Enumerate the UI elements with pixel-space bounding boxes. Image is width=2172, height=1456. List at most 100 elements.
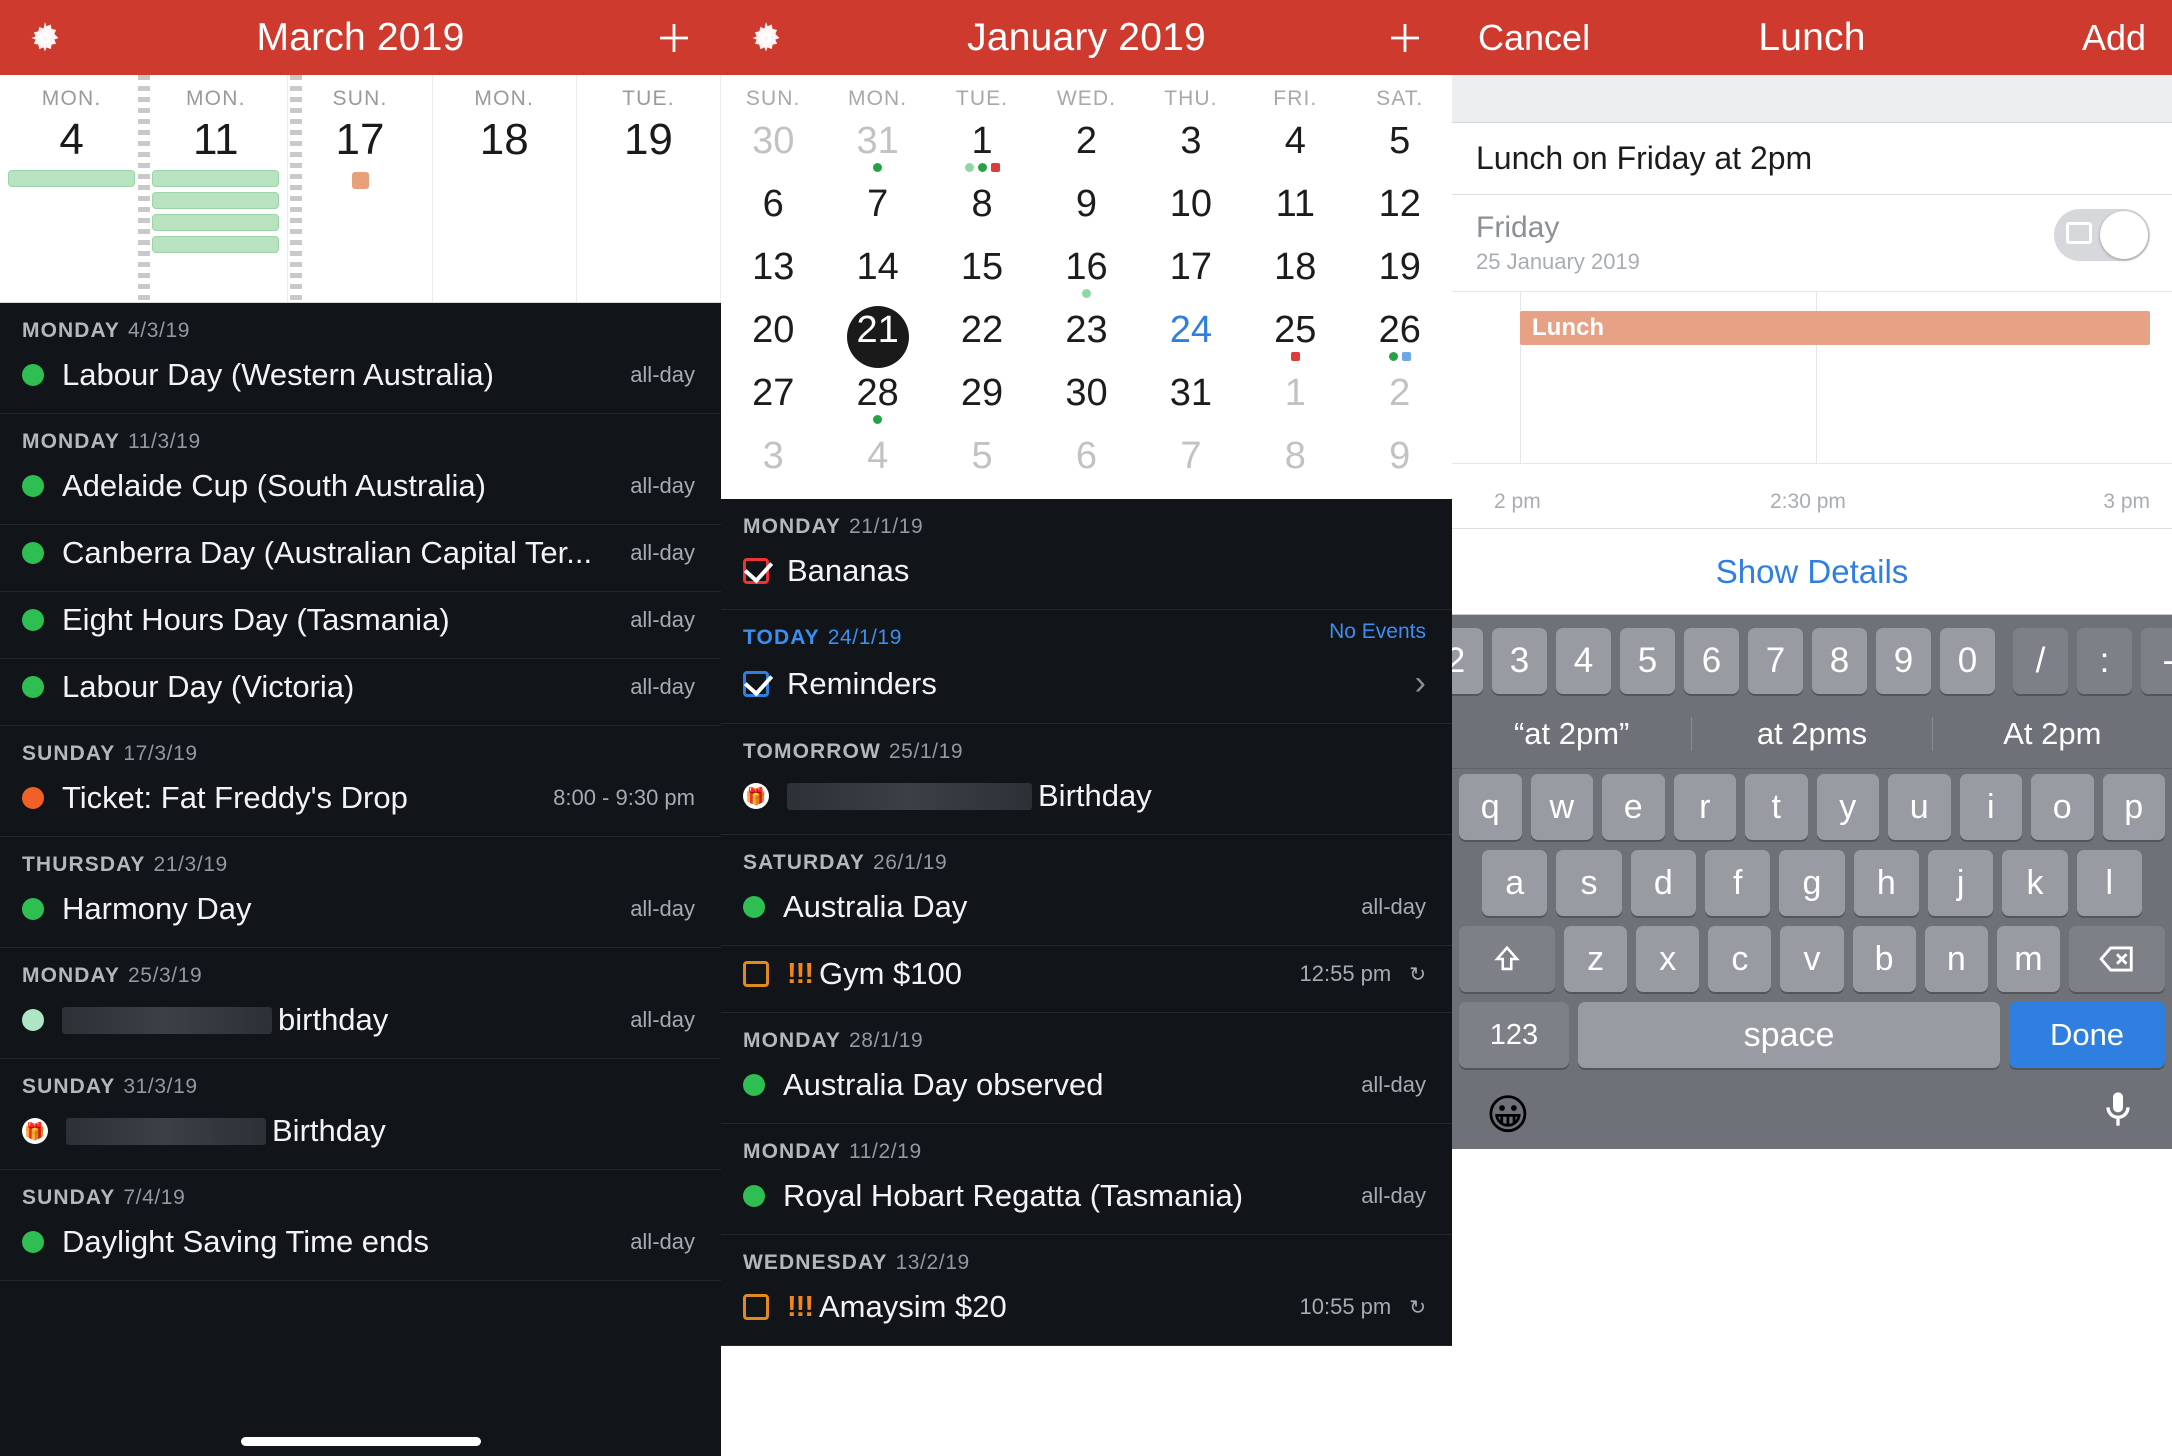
calendar-day-cell[interactable]: 6 xyxy=(1034,430,1138,493)
key-4[interactable]: 4 xyxy=(1556,628,1611,694)
calendar-day-cell[interactable]: 9 xyxy=(1034,178,1138,241)
calendar-day-cell[interactable]: 18 xyxy=(1243,241,1347,304)
show-details-button[interactable]: Show Details xyxy=(1452,529,2172,615)
key-c[interactable]: c xyxy=(1708,926,1772,992)
software-keyboard[interactable]: 1234567890/:-. “at 2pm”at 2pmsAt 2pm qwe… xyxy=(1452,615,2172,1450)
event-row[interactable]: Harmony Day all-day xyxy=(0,881,721,948)
key-b[interactable]: b xyxy=(1852,926,1916,992)
key-h[interactable]: h xyxy=(1853,850,1919,916)
calendar-day-cell[interactable]: 31 xyxy=(825,115,929,178)
key-l[interactable]: l xyxy=(2076,850,2142,916)
keyboard-row-2[interactable]: asdfghjkl xyxy=(1452,845,2172,921)
plus-icon[interactable] xyxy=(1384,17,1426,59)
checkbox-icon[interactable] xyxy=(743,670,769,697)
week-event-bar[interactable] xyxy=(8,170,136,187)
key-o[interactable]: o xyxy=(2031,774,2094,840)
event-row[interactable]: 🎁 Birthday xyxy=(721,768,1452,836)
calendar-day-cell[interactable]: 1 xyxy=(1243,367,1347,430)
calendar-day-cell[interactable]: 4 xyxy=(1243,115,1347,178)
key-n[interactable]: n xyxy=(1924,926,1988,992)
event-row[interactable]: Labour Day (Western Australia) all-day xyxy=(0,347,721,414)
keyboard-number-row[interactable]: 1234567890/:-. xyxy=(1452,623,2172,699)
keyboard-row-1[interactable]: qwertyuiop xyxy=(1452,769,2172,845)
event-row[interactable]: Australia Day observed all-day xyxy=(721,1057,1452,1125)
key-8[interactable]: 8 xyxy=(1812,628,1867,694)
key-3[interactable]: 3 xyxy=(1492,628,1547,694)
event-row[interactable]: Labour Day (Victoria) all-day xyxy=(0,659,721,726)
calendar-day-cell[interactable]: 2 xyxy=(1348,367,1452,430)
key-2[interactable]: 2 xyxy=(1452,628,1483,694)
calendar-day-cell[interactable]: 15 xyxy=(930,241,1034,304)
key-w[interactable]: w xyxy=(1530,774,1593,840)
key-z[interactable]: z xyxy=(1564,926,1628,992)
calendar-day-cell[interactable]: 19 xyxy=(1348,241,1452,304)
key-j[interactable]: j xyxy=(1927,850,1994,916)
calendar-day-cell[interactable]: 22 xyxy=(930,304,1034,367)
numeric-mode-key[interactable]: 123 xyxy=(1459,1002,1569,1068)
key-a[interactable]: a xyxy=(1482,850,1548,916)
prediction-candidate[interactable]: at 2pms xyxy=(1692,716,1931,752)
calendar-day-cell[interactable]: 2 xyxy=(1034,115,1138,178)
calendar-day-cell[interactable]: 14 xyxy=(825,241,929,304)
key-e[interactable]: e xyxy=(1602,774,1665,840)
key-symbol-:[interactable]: : xyxy=(2077,628,2132,694)
reminder-row[interactable]: !!! Gym $100 12:55 pm ↻ xyxy=(721,946,1452,1014)
calendar-day-cell[interactable]: 5 xyxy=(1348,115,1452,178)
keyboard-prediction-row[interactable]: “at 2pm” at 2pms At 2pm xyxy=(1452,699,2172,769)
calendar-day-cell[interactable]: 30 xyxy=(721,115,825,178)
week-day-column[interactable]: MON. 18 xyxy=(433,75,577,302)
calendar-day-cell[interactable]: 29 xyxy=(930,367,1034,430)
key-m[interactable]: m xyxy=(1996,926,2060,992)
week-event-marker[interactable] xyxy=(351,172,369,189)
calendar-day-cell[interactable]: 16 xyxy=(1034,241,1138,304)
keyboard-row-3[interactable]: zxcvbnm xyxy=(1452,921,2172,997)
shift-icon[interactable] xyxy=(1459,926,1555,992)
key-7[interactable]: 7 xyxy=(1748,628,1803,694)
calendar-day-cell[interactable]: 1 xyxy=(930,115,1034,178)
event-row[interactable]: Eight Hours Day (Tasmania) all-day xyxy=(0,592,721,659)
key-r[interactable]: r xyxy=(1673,774,1736,840)
calendar-day-cell[interactable]: 30 xyxy=(1034,367,1138,430)
key-y[interactable]: y xyxy=(1816,774,1879,840)
reminder-row[interactable]: Reminders › xyxy=(721,654,1452,725)
week-event-bar[interactable] xyxy=(152,170,280,187)
calendar-day-cell[interactable]: 13 xyxy=(721,241,825,304)
calendar-day-cell[interactable]: 4 xyxy=(825,430,929,493)
calendar-day-cell[interactable]: 5 xyxy=(930,430,1034,493)
prediction-candidate[interactable]: “at 2pm” xyxy=(1452,716,1691,752)
done-key[interactable]: Done xyxy=(2009,1002,2165,1068)
emoji-icon[interactable]: 😀 xyxy=(1486,1090,1530,1139)
calendar-day-cell[interactable]: 9 xyxy=(1348,430,1452,493)
key-symbol--[interactable]: - xyxy=(2141,628,2172,694)
calendar-day-cell[interactable]: 8 xyxy=(930,178,1034,241)
calendar-day-cell[interactable]: 27 xyxy=(721,367,825,430)
chevron-right-icon[interactable]: › xyxy=(1415,664,1426,703)
week-strip[interactable]: MON. 4 MON. 11 SUN. 17 MON. 18 TUE. 19 xyxy=(0,75,721,303)
checkbox-icon[interactable] xyxy=(743,558,769,585)
event-row[interactable]: Australia Day all-day xyxy=(721,879,1452,947)
key-v[interactable]: v xyxy=(1780,926,1844,992)
key-t[interactable]: t xyxy=(1745,774,1808,840)
calendar-day-cell[interactable]: 31 xyxy=(1139,367,1243,430)
event-row[interactable]: Ticket: Fat Freddy's Drop 8:00 - 9:30 pm xyxy=(0,770,721,837)
key-q[interactable]: q xyxy=(1459,774,1522,840)
week-day-column[interactable]: SUN. 17 xyxy=(288,75,433,302)
calendar-day-cell[interactable]: 20 xyxy=(721,304,825,367)
reminder-row[interactable]: Bananas xyxy=(721,543,1452,611)
key-x[interactable]: x xyxy=(1636,926,1700,992)
key-s[interactable]: s xyxy=(1556,850,1622,916)
calendar-day-cell[interactable]: 7 xyxy=(1139,430,1243,493)
reminder-row[interactable]: !!! Amaysim $20 10:55 pm ↻ xyxy=(721,1279,1452,1347)
backspace-icon[interactable] xyxy=(2068,926,2165,992)
key-u[interactable]: u xyxy=(1888,774,1951,840)
preview-event-block[interactable]: Lunch xyxy=(1520,311,2150,345)
event-row[interactable]: Canberra Day (Australian Capital Ter... a… xyxy=(0,525,721,592)
week-event-bar[interactable] xyxy=(152,236,280,253)
cancel-button[interactable]: Cancel xyxy=(1478,17,1590,59)
plus-icon[interactable] xyxy=(653,17,695,59)
key-symbol-/[interactable]: / xyxy=(2013,628,2068,694)
calendar-day-cell[interactable]: 7 xyxy=(825,178,929,241)
event-row[interactable]: Daylight Saving Time ends all-day xyxy=(0,1214,721,1281)
agenda-list-march[interactable]: MONDAY 4/3/19 Labour Day (Western Australi… xyxy=(0,303,721,1456)
natural-language-input[interactable]: Lunch on Friday at 2pm xyxy=(1452,123,2172,195)
